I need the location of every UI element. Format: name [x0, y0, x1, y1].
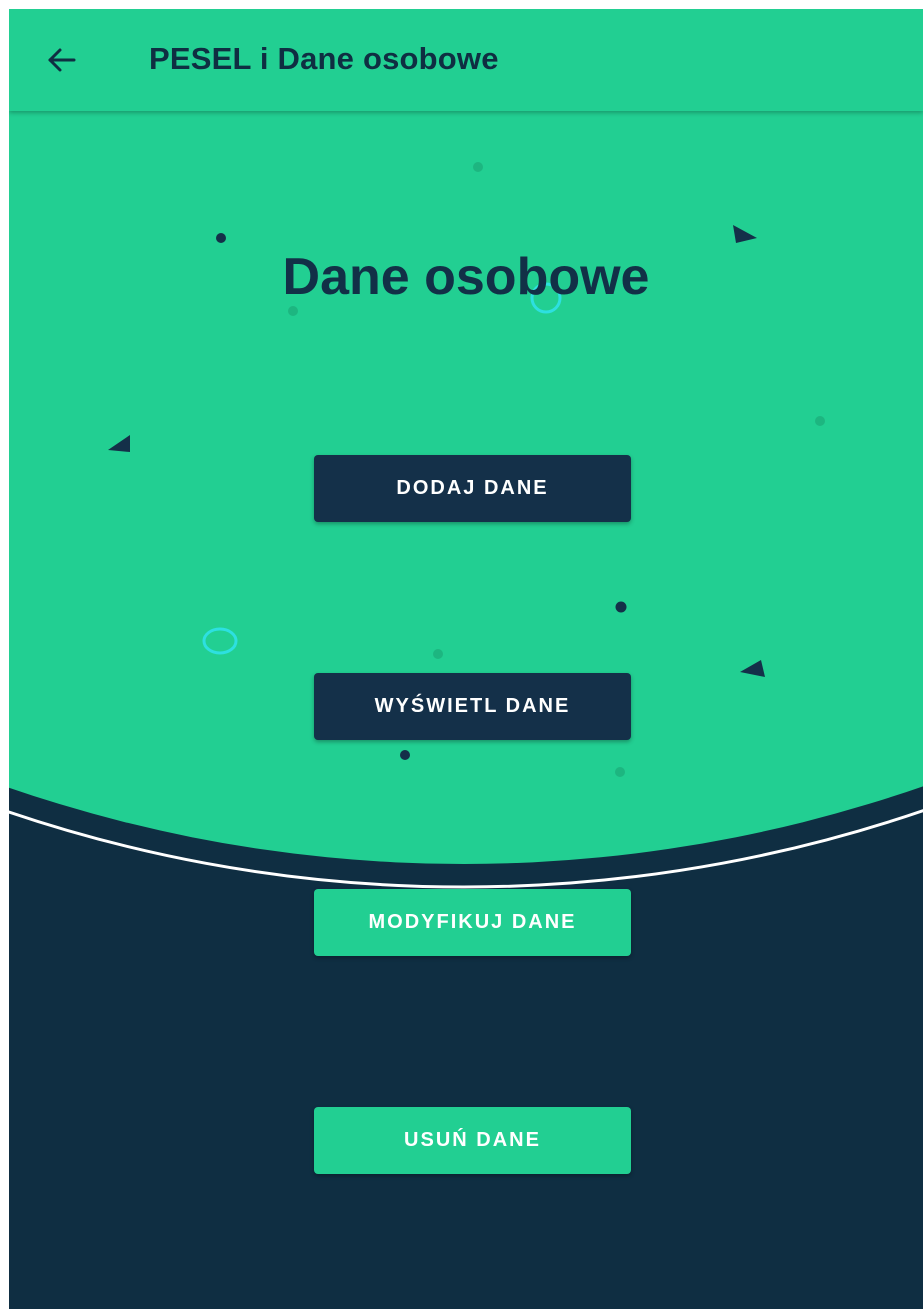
dot-icon — [288, 306, 298, 316]
dot-icon — [815, 416, 825, 426]
dot-icon — [615, 767, 625, 777]
app-screen: PESEL i Dane osobowe Dane osobowe DODAJ … — [9, 9, 923, 1309]
dot-icon — [473, 162, 483, 172]
back-button[interactable] — [37, 36, 85, 84]
dot-icon — [400, 750, 410, 760]
arrow-left-icon — [48, 48, 76, 72]
app-bar-title: PESEL i Dane osobowe — [149, 41, 499, 76]
delete-data-button[interactable]: USUŃ DANE — [314, 1107, 631, 1174]
dot-icon — [216, 233, 226, 243]
add-data-button[interactable]: DODAJ DANE — [314, 455, 631, 522]
view-data-button[interactable]: WYŚWIETL DANE — [314, 673, 631, 740]
app-bar: PESEL i Dane osobowe — [9, 9, 923, 111]
modify-data-button[interactable]: MODYFIKUJ DANE — [314, 889, 631, 956]
page-heading: Dane osobowe — [282, 248, 650, 306]
dot-icon — [433, 649, 443, 659]
dot-icon — [615, 601, 627, 613]
